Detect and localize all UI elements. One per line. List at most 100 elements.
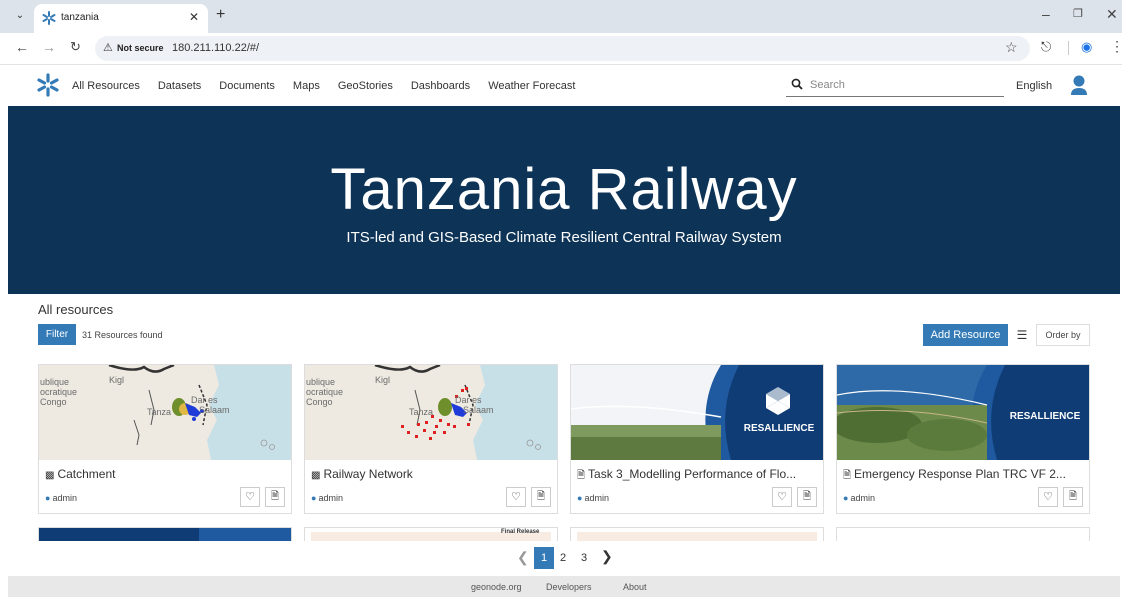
back-icon[interactable]: ← <box>15 39 29 55</box>
window-close-icon[interactable]: ✕ <box>1106 6 1118 23</box>
map-label: Dar es <box>191 395 218 405</box>
map-label: Tanza <box>147 407 172 417</box>
reload-icon[interactable]: ↻ <box>70 39 81 55</box>
nav-datasets[interactable]: Datasets <box>158 80 201 92</box>
resource-card[interactable]: Final Release <box>304 527 558 541</box>
url-box[interactable]: ⚠ Not secure 180.211.110.22/#/ <box>95 36 1030 61</box>
page-1[interactable]: 1 <box>534 547 554 569</box>
card-owner[interactable]: ● admin <box>843 493 875 503</box>
browser-tab[interactable]: tanzania ✕ <box>34 4 208 33</box>
resource-card[interactable]: RESALLIENCE 🗎 Emergency Response Plan TRC… <box>836 364 1090 514</box>
tab-close-icon[interactable]: ✕ <box>189 10 199 24</box>
download-doc-icon[interactable]: 🗎 <box>797 487 817 507</box>
card-title[interactable]: 🗎 Emergency Response Plan TRC VF 2... <box>843 467 1083 485</box>
user-icon: ● <box>843 493 849 503</box>
card-title[interactable]: 🗎 Task 3_Modelling Performance of Flo... <box>577 467 817 485</box>
list-view-icon[interactable]: ☰ <box>1012 324 1032 346</box>
browser-menu-icon[interactable]: ⋮ <box>1110 38 1122 55</box>
download-doc-icon[interactable]: 🗎 <box>265 487 285 507</box>
card-title-text[interactable]: Catchment <box>57 467 115 481</box>
warning-icon: ⚠ <box>103 42 113 54</box>
map-type-icon: ▩ <box>311 470 321 481</box>
card-owner[interactable]: ● admin <box>45 493 77 503</box>
forward-icon[interactable]: → <box>42 39 56 55</box>
nav-documents[interactable]: Documents <box>219 80 275 92</box>
search-box <box>786 75 1004 97</box>
card-title[interactable]: ▩ Railway Network <box>311 467 551 481</box>
card-thumbnail[interactable]: RESALLIENCE <box>837 365 1089 460</box>
map-label: Congo <box>40 397 67 407</box>
nav-all-resources[interactable]: All Resources <box>72 80 140 92</box>
owner-name[interactable]: admin <box>850 493 875 503</box>
order-by-button[interactable]: Order by <box>1036 324 1090 346</box>
card-title[interactable]: ▩ Catchment <box>45 467 285 481</box>
new-tab-icon[interactable]: + <box>216 6 225 24</box>
favorite-heart-icon[interactable]: ♡ <box>240 487 260 507</box>
user-avatar-icon[interactable] <box>1069 74 1089 96</box>
page-3[interactable]: 3 <box>581 552 587 564</box>
card-owner[interactable]: ● admin <box>311 493 343 503</box>
map-type-icon: ▩ <box>45 470 55 481</box>
owner-name[interactable]: admin <box>52 493 77 503</box>
search-input[interactable] <box>810 76 1000 94</box>
language-selector[interactable]: English <box>1016 80 1052 92</box>
search-icon[interactable] <box>791 78 803 90</box>
map-label: Congo <box>306 397 333 407</box>
map-label: Salaam <box>199 405 230 415</box>
resource-count: 31 Resources found <box>82 330 163 340</box>
profile-icon[interactable]: ◉ <box>1081 39 1092 55</box>
card-thumbnail[interactable]: ublique ocratique Congo Kigl Tanza Dar e… <box>305 365 557 460</box>
download-doc-icon[interactable]: 🗎 <box>531 487 551 507</box>
owner-name[interactable]: admin <box>584 493 609 503</box>
download-doc-icon[interactable]: 🗎 <box>1063 487 1083 507</box>
map-label: Tanza <box>409 407 434 417</box>
card-title-text[interactable]: Emergency Response Plan TRC VF 2... <box>854 467 1066 481</box>
map-label: ublique <box>306 377 336 387</box>
resources-heading: All resources <box>38 302 114 317</box>
restore-icon[interactable]: ❐ <box>1073 7 1083 20</box>
final-release-label: Final Release <box>501 529 540 535</box>
card-title-text[interactable]: Railway Network <box>323 467 412 481</box>
tab-search-icon[interactable]: ⌄ <box>10 8 30 24</box>
card-thumbnail[interactable]: RESALLIENCE <box>571 365 823 460</box>
favorite-heart-icon[interactable]: ♡ <box>1038 487 1058 507</box>
card-owner[interactable]: ● admin <box>577 493 609 503</box>
geonode-logo-icon[interactable] <box>36 73 60 97</box>
add-resource-button[interactable]: Add Resource <box>923 324 1008 346</box>
map-label: ublique <box>40 377 70 387</box>
nav-maps[interactable]: Maps <box>293 80 320 92</box>
not-secure-label[interactable]: Not secure <box>117 43 164 53</box>
favorite-heart-icon[interactable]: ♡ <box>772 487 792 507</box>
footer: geonode.org Developers About <box>8 576 1120 597</box>
resource-card[interactable] <box>836 527 1090 541</box>
bookmark-star-icon[interactable]: ☆ <box>1005 39 1018 56</box>
map-label: Dar es <box>455 395 482 405</box>
nav-geostories[interactable]: GeoStories <box>338 80 393 92</box>
footer-link-geonode[interactable]: geonode.org <box>471 582 522 592</box>
map-label: Kigl <box>109 375 125 385</box>
nav-dashboards[interactable]: Dashboards <box>411 80 470 92</box>
nav-weather-forecast[interactable]: Weather Forecast <box>488 80 575 92</box>
owner-name[interactable]: admin <box>318 493 343 503</box>
card-title-text[interactable]: Task 3_Modelling Performance of Flo... <box>588 467 796 481</box>
page-2[interactable]: 2 <box>560 552 566 564</box>
resource-card[interactable]: ublique ocratique Congo Kigl Tanza Dar e… <box>38 364 292 514</box>
card-thumbnail[interactable]: ublique ocratique Congo Kigl Tanza Dar e… <box>39 365 291 460</box>
map-label: ocratique <box>306 387 344 397</box>
filter-button[interactable]: Filter <box>38 324 76 345</box>
url-text[interactable]: 180.211.110.22/#/ <box>172 42 259 54</box>
document-type-icon: 🗎 <box>843 470 852 481</box>
extensions-icon[interactable]: ⎋ <box>1041 39 1051 55</box>
minimize-icon[interactable]: – <box>1042 6 1050 22</box>
user-icon: ● <box>45 493 51 503</box>
favorite-heart-icon[interactable]: ♡ <box>506 487 526 507</box>
resource-card[interactable] <box>38 527 292 541</box>
tab-title: tanzania <box>61 12 99 23</box>
resource-card[interactable]: ublique ocratique Congo Kigl Tanza Dar e… <box>304 364 558 514</box>
next-page-icon[interactable]: ❯ <box>601 548 613 565</box>
prev-page-icon[interactable]: ❮ <box>517 549 529 566</box>
footer-link-about[interactable]: About <box>623 582 647 592</box>
footer-link-developers[interactable]: Developers <box>546 582 592 592</box>
resource-card[interactable]: RESALLIENCE 🗎 Task 3_Modelling Performanc… <box>570 364 824 514</box>
resource-card[interactable] <box>570 527 824 541</box>
